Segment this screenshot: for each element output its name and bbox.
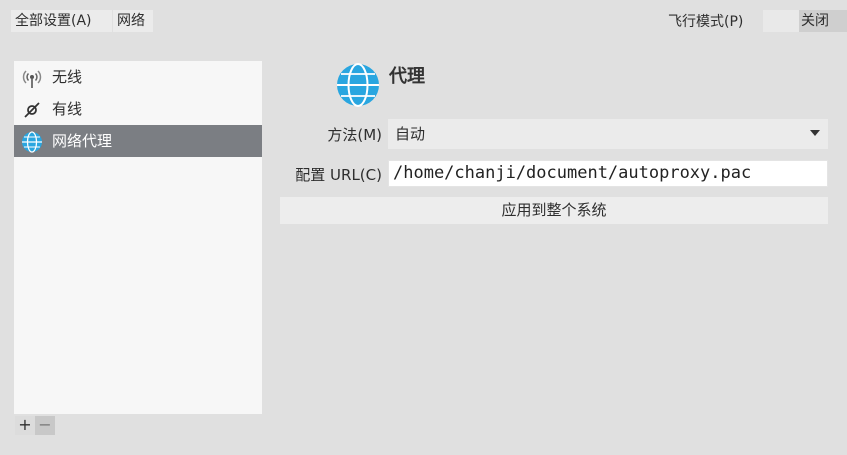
- airplane-mode-label: 飞行模式(P): [668, 14, 744, 30]
- wireless-icon: [21, 67, 42, 88]
- config-url-input[interactable]: /home/chanji/document/autoproxy.pac: [388, 160, 828, 187]
- sidebar-item-wireless[interactable]: 无线: [14, 61, 262, 93]
- page-title: 代理: [389, 66, 425, 87]
- all-settings-button[interactable]: 全部设置(A): [11, 10, 112, 32]
- config-url-label: 配置 URL(C): [295, 166, 382, 184]
- add-button[interactable]: +: [15, 416, 35, 435]
- apply-system-wide-button[interactable]: 应用到整个系统: [280, 197, 828, 224]
- method-select[interactable]: 自动: [388, 119, 828, 149]
- globe-icon: [21, 131, 42, 153]
- sidebar-item-label: 有线: [52, 100, 83, 118]
- sidebar-item-network-proxy[interactable]: 网络代理: [14, 125, 262, 157]
- sidebar-item-label: 无线: [52, 68, 83, 86]
- sidebar-item-label: 网络代理: [52, 132, 113, 150]
- wired-icon: [21, 99, 41, 119]
- airplane-mode-toggle[interactable]: 关闭: [763, 10, 847, 32]
- remove-button[interactable]: −: [35, 416, 55, 435]
- method-label: 方法(M): [327, 126, 382, 144]
- sidebar: 无线 有线 网络代理: [14, 61, 262, 414]
- breadcrumb-network: 网络: [113, 10, 153, 32]
- method-value: 自动: [395, 125, 426, 143]
- toggle-state-text: 关闭: [801, 13, 829, 29]
- toggle-knob[interactable]: [763, 10, 799, 32]
- globe-icon: [335, 62, 381, 108]
- sidebar-item-wired[interactable]: 有线: [14, 93, 262, 125]
- chevron-down-icon: [810, 130, 820, 136]
